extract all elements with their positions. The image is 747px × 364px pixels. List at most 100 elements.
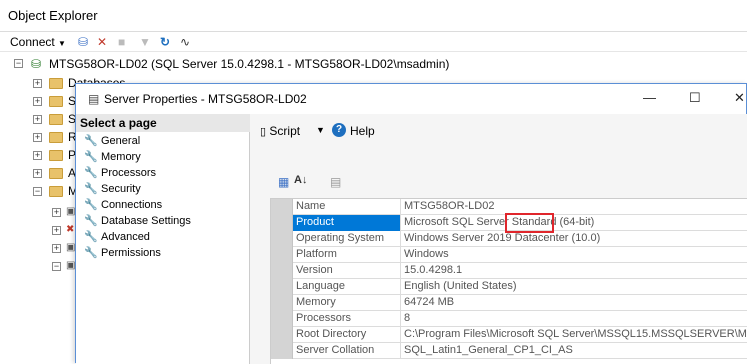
tree-node[interactable]: + ▣ — [0, 203, 76, 221]
property-name: Memory — [293, 295, 401, 311]
edition-highlight-box — [505, 213, 554, 233]
expand-icon[interactable]: + — [33, 169, 42, 178]
server-node-label: MTSG58OR-LD02 (SQL Server 15.0.4298.1 - … — [49, 57, 450, 71]
property-value: Microsoft SQL Server Standard (64-bit) — [404, 216, 595, 228]
help-button[interactable]: Help — [350, 124, 375, 138]
property-grid: Name MTSG58OR-LD02 Product Microsoft SQL… — [270, 198, 747, 364]
wrench-icon: 🔧 — [84, 183, 98, 195]
object-explorer-title: Object Explorer — [8, 8, 98, 23]
row-gutter — [271, 199, 293, 215]
table-row[interactable]: Platform Windows — [271, 247, 747, 263]
table-row[interactable]: Version 15.0.4298.1 — [271, 263, 747, 279]
table-row[interactable]: Memory 64724 MB — [271, 295, 747, 311]
tree-node[interactable]: − ▣ — [0, 257, 76, 275]
property-value: 8 — [404, 312, 411, 324]
refresh-icon[interactable]: ↻ — [160, 34, 170, 50]
tree-node[interactable]: + S — [0, 110, 76, 128]
collapse-icon[interactable]: − — [14, 59, 23, 68]
expand-icon[interactable]: + — [33, 151, 42, 160]
expand-icon[interactable]: + — [52, 244, 61, 253]
property-name: Root Directory — [293, 327, 401, 343]
property-name: Name — [293, 199, 401, 215]
row-gutter — [271, 231, 293, 247]
property-value: SQL_Latin1_General_CP1_CI_AS — [404, 344, 573, 356]
server-properties-dialog: ▤ Server Properties - MTSG58OR-LD02 — ☐ … — [75, 83, 747, 364]
filter-icon[interactable]: ▼ — [139, 34, 151, 50]
script-label: Script — [269, 124, 301, 138]
expand-icon[interactable]: + — [33, 115, 42, 124]
wrench-icon: 🔧 — [84, 231, 98, 243]
tree-node[interactable]: + A — [0, 164, 76, 182]
page-label: Database Settings — [101, 215, 191, 227]
sort-alphabetical-icon[interactable]: A↓ — [294, 174, 307, 186]
property-name: Language — [293, 279, 401, 295]
minimize-icon[interactable]: — — [643, 90, 656, 105]
property-value: MTSG58OR-LD02 — [404, 200, 495, 212]
property-value: C:\Program Files\Microsoft SQL Server\MS… — [404, 328, 747, 340]
row-gutter — [271, 311, 293, 327]
tree-node[interactable]: + P — [0, 146, 76, 164]
maximize-icon[interactable]: ☐ — [689, 90, 701, 106]
help-icon[interactable]: ? — [332, 123, 346, 137]
tree-node[interactable]: − M — [0, 182, 78, 200]
select-page-header: Select a page — [76, 114, 250, 132]
script-button[interactable]: ▯ Script — [260, 124, 300, 138]
tree-node[interactable]: + ▣ — [0, 239, 76, 257]
row-gutter — [271, 295, 293, 311]
folder-icon — [49, 186, 63, 197]
tree-node[interactable]: + R — [0, 128, 77, 146]
table-row[interactable]: Language English (United States) — [271, 279, 747, 295]
close-icon[interactable]: ✕ — [734, 90, 745, 106]
table-row[interactable]: Server Collation SQL_Latin1_General_CP1_… — [271, 343, 747, 359]
properties-icon: ▤ — [88, 92, 100, 106]
table-row[interactable]: Operating System Windows Server 2019 Dat… — [271, 231, 747, 247]
server-node[interactable]: − ⛁ MTSG58OR-LD02 (SQL Server 15.0.4298.… — [0, 55, 449, 73]
property-name: Product — [293, 215, 401, 231]
stop-icon[interactable]: ■ — [118, 34, 125, 50]
property-name: Operating System — [293, 231, 401, 247]
table-row[interactable]: Root Directory C:\Program Files\Microsof… — [271, 327, 747, 343]
property-name: Processors — [293, 311, 401, 327]
chevron-down-icon[interactable]: ▼ — [316, 125, 325, 135]
collapse-icon[interactable]: − — [33, 187, 42, 196]
expand-icon[interactable]: + — [33, 97, 42, 106]
row-gutter — [271, 279, 293, 295]
dialog-title-bar[interactable]: ▤ Server Properties - MTSG58OR-LD02 — ☐ … — [76, 84, 746, 114]
categorized-icon[interactable]: ▦ — [278, 175, 289, 189]
tree-node[interactable]: + S — [0, 92, 76, 110]
dialog-title: Server Properties - MTSG58OR-LD02 — [104, 92, 307, 106]
expand-icon[interactable]: + — [52, 208, 61, 217]
activity-monitor-icon[interactable]: ∿ — [180, 34, 190, 50]
page-label: Processors — [101, 167, 157, 179]
table-row[interactable]: Processors 8 — [271, 311, 747, 327]
collapse-icon[interactable]: − — [52, 262, 61, 271]
server-icon: ⛁ — [31, 57, 42, 71]
page-label: Advanced — [101, 231, 150, 243]
property-pages-icon[interactable]: ▤ — [330, 175, 341, 189]
folder-icon — [49, 96, 63, 107]
properties-toolbar: ▯ Script ▼ ? Help — [250, 114, 747, 148]
property-value: 64724 MB — [404, 296, 455, 308]
connect-object-icon[interactable]: ⛁ — [78, 34, 88, 50]
expand-icon[interactable]: + — [33, 133, 42, 142]
disconnect-icon[interactable]: ✕ — [97, 34, 107, 50]
row-gutter — [271, 263, 293, 279]
connect-button[interactable]: Connect ▼ — [10, 34, 66, 50]
wrench-icon: 🔧 — [84, 167, 98, 179]
folder-icon — [49, 78, 63, 89]
wrench-icon: 🔧 — [84, 199, 98, 211]
row-gutter — [271, 247, 293, 263]
page-label: Permissions — [101, 247, 161, 259]
folder-icon — [49, 132, 63, 143]
page-label: Memory — [101, 151, 141, 163]
row-gutter — [271, 343, 293, 359]
property-grid-toolbar: ▦ A↓ ▤ — [274, 172, 354, 194]
expand-icon[interactable]: + — [33, 79, 42, 88]
property-name: Server Collation — [293, 343, 401, 359]
tree-node[interactable]: + ✖ — [0, 221, 76, 239]
object-explorer-title-bar: Object Explorer — [0, 0, 747, 32]
expand-icon[interactable]: + — [52, 226, 61, 235]
error-object-icon: ✖ — [66, 224, 75, 235]
page-label: Connections — [101, 199, 163, 211]
script-icon: ▯ — [260, 126, 267, 138]
